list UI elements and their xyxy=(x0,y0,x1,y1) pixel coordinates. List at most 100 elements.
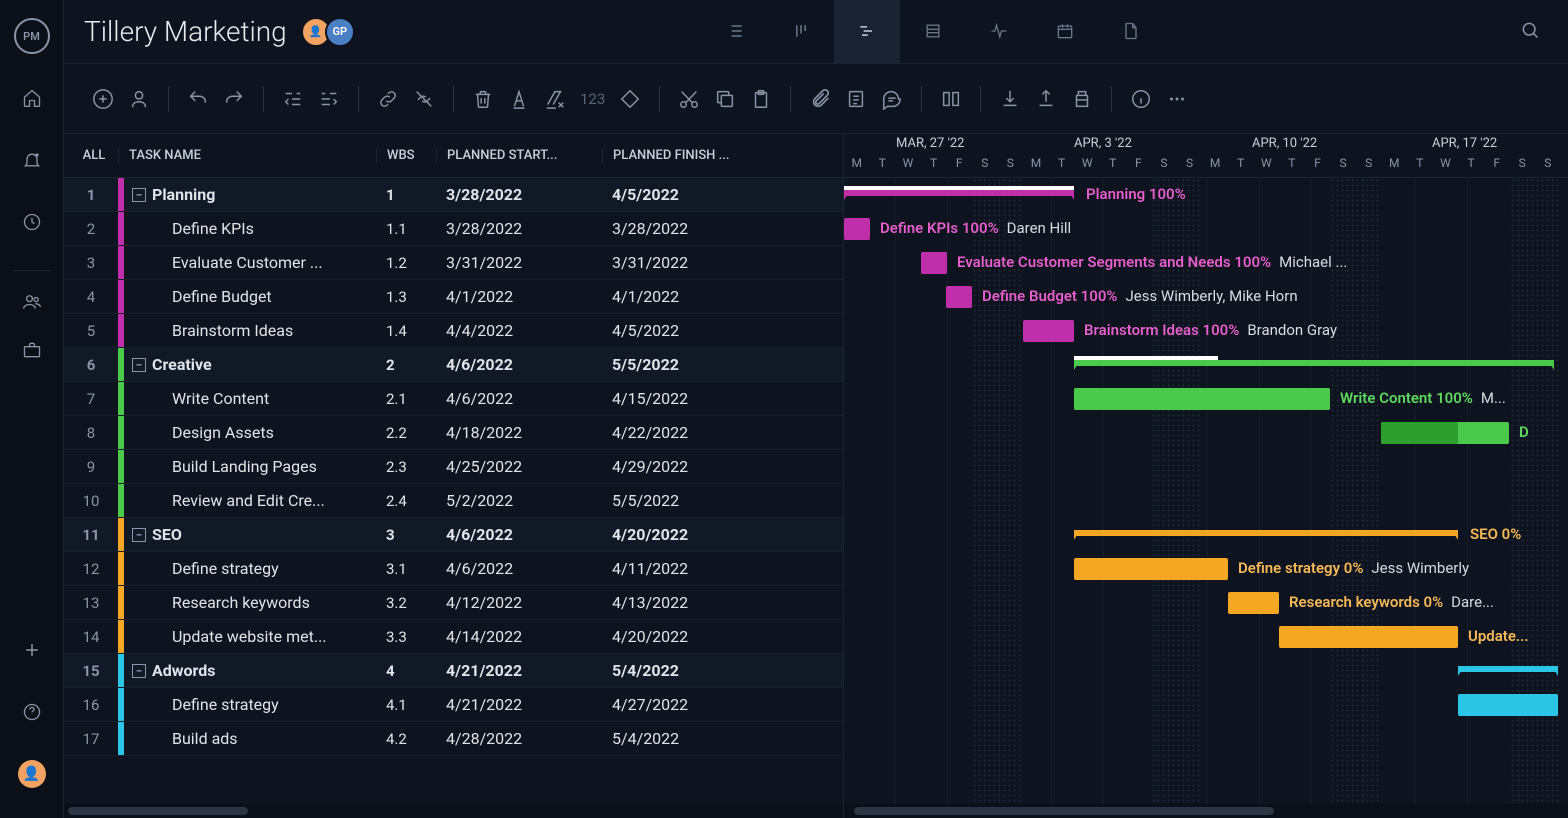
summary-bar[interactable] xyxy=(1458,666,1558,672)
table-row[interactable]: 8Design Assets2.24/18/20224/22/2022 xyxy=(64,416,843,450)
task-bar[interactable] xyxy=(1074,558,1228,580)
milestone-button[interactable] xyxy=(619,88,641,110)
gantt-row[interactable]: Update... xyxy=(844,620,1568,654)
table-row[interactable]: 2Define KPIs1.13/28/20223/28/2022 xyxy=(64,212,843,246)
task-bar[interactable] xyxy=(946,286,972,308)
copy-button[interactable] xyxy=(714,88,736,110)
task-bar[interactable] xyxy=(1458,694,1558,716)
col-planned-start[interactable]: PLANNED START... xyxy=(436,148,602,163)
table-row[interactable]: 4Define Budget1.34/1/20224/1/2022 xyxy=(64,280,843,314)
table-row[interactable]: 17Build ads4.24/28/20225/4/2022 xyxy=(64,722,843,756)
col-task-name[interactable]: TASK NAME xyxy=(118,148,376,163)
task-bar[interactable] xyxy=(844,218,870,240)
collapse-icon[interactable]: − xyxy=(132,188,146,202)
view-calendar-icon[interactable] xyxy=(1032,0,1098,64)
notes-button[interactable] xyxy=(845,88,867,110)
table-row[interactable]: 7Write Content2.14/6/20224/15/2022 xyxy=(64,382,843,416)
add-icon[interactable] xyxy=(14,632,50,668)
gantt-row[interactable]: Research keywords 0%Dare... xyxy=(844,586,1568,620)
gantt-row[interactable]: Define Budget 100%Jess Wimberly, Mike Ho… xyxy=(844,280,1568,314)
view-sheet-icon[interactable] xyxy=(900,0,966,64)
gantt-row[interactable] xyxy=(844,348,1568,382)
clock-icon[interactable] xyxy=(14,204,50,240)
bell-icon[interactable] xyxy=(14,142,50,178)
table-row[interactable]: 15−Adwords44/21/20225/4/2022 xyxy=(64,654,843,688)
undo-button[interactable] xyxy=(187,88,209,110)
unlink-button[interactable] xyxy=(413,88,435,110)
table-row[interactable]: 3Evaluate Customer ...1.23/31/20223/31/2… xyxy=(64,246,843,280)
clear-format-button[interactable] xyxy=(544,88,566,110)
delete-button[interactable] xyxy=(472,88,494,110)
cut-button[interactable] xyxy=(678,88,700,110)
gantt-scrollbar[interactable] xyxy=(844,804,1568,818)
gantt-row[interactable]: SEO 0% xyxy=(844,518,1568,552)
indent-button[interactable] xyxy=(318,88,340,110)
gantt-row[interactable] xyxy=(844,484,1568,518)
attachment-button[interactable] xyxy=(809,88,831,110)
gantt-row[interactable]: Define KPIs 100%Daren Hill xyxy=(844,212,1568,246)
task-bar[interactable] xyxy=(1279,626,1458,648)
gantt-row[interactable]: D xyxy=(844,416,1568,450)
link-button[interactable] xyxy=(377,88,399,110)
comment-button[interactable] xyxy=(881,88,903,110)
task-bar[interactable] xyxy=(1381,422,1509,444)
task-bar[interactable] xyxy=(921,252,947,274)
table-row[interactable]: 11−SEO34/6/20224/20/2022 xyxy=(64,518,843,552)
table-row[interactable]: 12Define strategy3.14/6/20224/11/2022 xyxy=(64,552,843,586)
gantt-row[interactable] xyxy=(844,450,1568,484)
view-board-icon[interactable] xyxy=(768,0,834,64)
team-icon[interactable] xyxy=(14,270,50,306)
table-row[interactable]: 14Update website met...3.34/14/20224/20/… xyxy=(64,620,843,654)
gantt-row[interactable]: Evaluate Customer Segments and Needs 100… xyxy=(844,246,1568,280)
assign-button[interactable] xyxy=(128,88,150,110)
search-icon[interactable] xyxy=(1512,12,1548,52)
task-bar[interactable] xyxy=(1023,320,1074,342)
collapse-icon[interactable]: − xyxy=(132,528,146,542)
avatar[interactable]: GP xyxy=(325,17,355,47)
collapse-icon[interactable]: − xyxy=(132,664,146,678)
view-gantt-icon[interactable] xyxy=(834,0,900,64)
outdent-button[interactable] xyxy=(282,88,304,110)
paste-button[interactable] xyxy=(750,88,772,110)
col-wbs[interactable]: WBS xyxy=(376,148,436,163)
table-row[interactable]: 6−Creative24/6/20225/5/2022 xyxy=(64,348,843,382)
columns-button[interactable] xyxy=(940,88,962,110)
task-bar[interactable] xyxy=(1228,592,1279,614)
import-button[interactable] xyxy=(999,88,1021,110)
pm-logo[interactable]: PM xyxy=(14,18,50,54)
briefcase-icon[interactable] xyxy=(14,332,50,368)
table-row[interactable]: 16Define strategy4.14/21/20224/27/2022 xyxy=(64,688,843,722)
export-button[interactable] xyxy=(1035,88,1057,110)
table-row[interactable]: 13Research keywords3.24/12/20224/13/2022 xyxy=(64,586,843,620)
gantt-row[interactable] xyxy=(844,688,1568,722)
gantt-row[interactable]: Define strategy 0%Jess Wimberly xyxy=(844,552,1568,586)
summary-bar[interactable] xyxy=(844,190,1074,196)
table-row[interactable]: 5Brainstorm Ideas1.44/4/20224/5/2022 xyxy=(64,314,843,348)
gantt-chart[interactable]: MTWTFSSMTWTFSSMTWTFSSMTWTFSS MAR, 27 '22… xyxy=(844,134,1568,818)
task-bar[interactable] xyxy=(1074,388,1330,410)
view-file-icon[interactable] xyxy=(1098,0,1164,64)
gantt-row[interactable]: Planning 100% xyxy=(844,178,1568,212)
info-button[interactable] xyxy=(1130,88,1152,110)
home-icon[interactable] xyxy=(14,80,50,116)
col-planned-finish[interactable]: PLANNED FINISH ... xyxy=(602,148,768,163)
redo-button[interactable] xyxy=(223,88,245,110)
table-row[interactable]: 10Review and Edit Cre...2.45/2/20225/5/2… xyxy=(64,484,843,518)
print-button[interactable] xyxy=(1071,88,1093,110)
gantt-row[interactable]: Brainstorm Ideas 100%Brandon Gray xyxy=(844,314,1568,348)
text-format-button[interactable] xyxy=(508,88,530,110)
gantt-row[interactable] xyxy=(844,722,1568,756)
help-icon[interactable] xyxy=(14,694,50,730)
view-activity-icon[interactable] xyxy=(966,0,1032,64)
col-all[interactable]: ALL xyxy=(64,148,118,163)
summary-bar[interactable] xyxy=(1074,530,1458,536)
gantt-row[interactable] xyxy=(844,654,1568,688)
table-row[interactable]: 1−Planning13/28/20224/5/2022 xyxy=(64,178,843,212)
view-list-icon[interactable] xyxy=(702,0,768,64)
table-row[interactable]: 9Build Landing Pages2.34/25/20224/29/202… xyxy=(64,450,843,484)
user-avatar[interactable]: 👤 xyxy=(14,756,50,792)
gantt-row[interactable]: Write Content 100%M... xyxy=(844,382,1568,416)
collapse-icon[interactable]: − xyxy=(132,358,146,372)
avatar-stack[interactable]: 👤 GP xyxy=(307,17,355,47)
add-task-button[interactable] xyxy=(92,88,114,110)
